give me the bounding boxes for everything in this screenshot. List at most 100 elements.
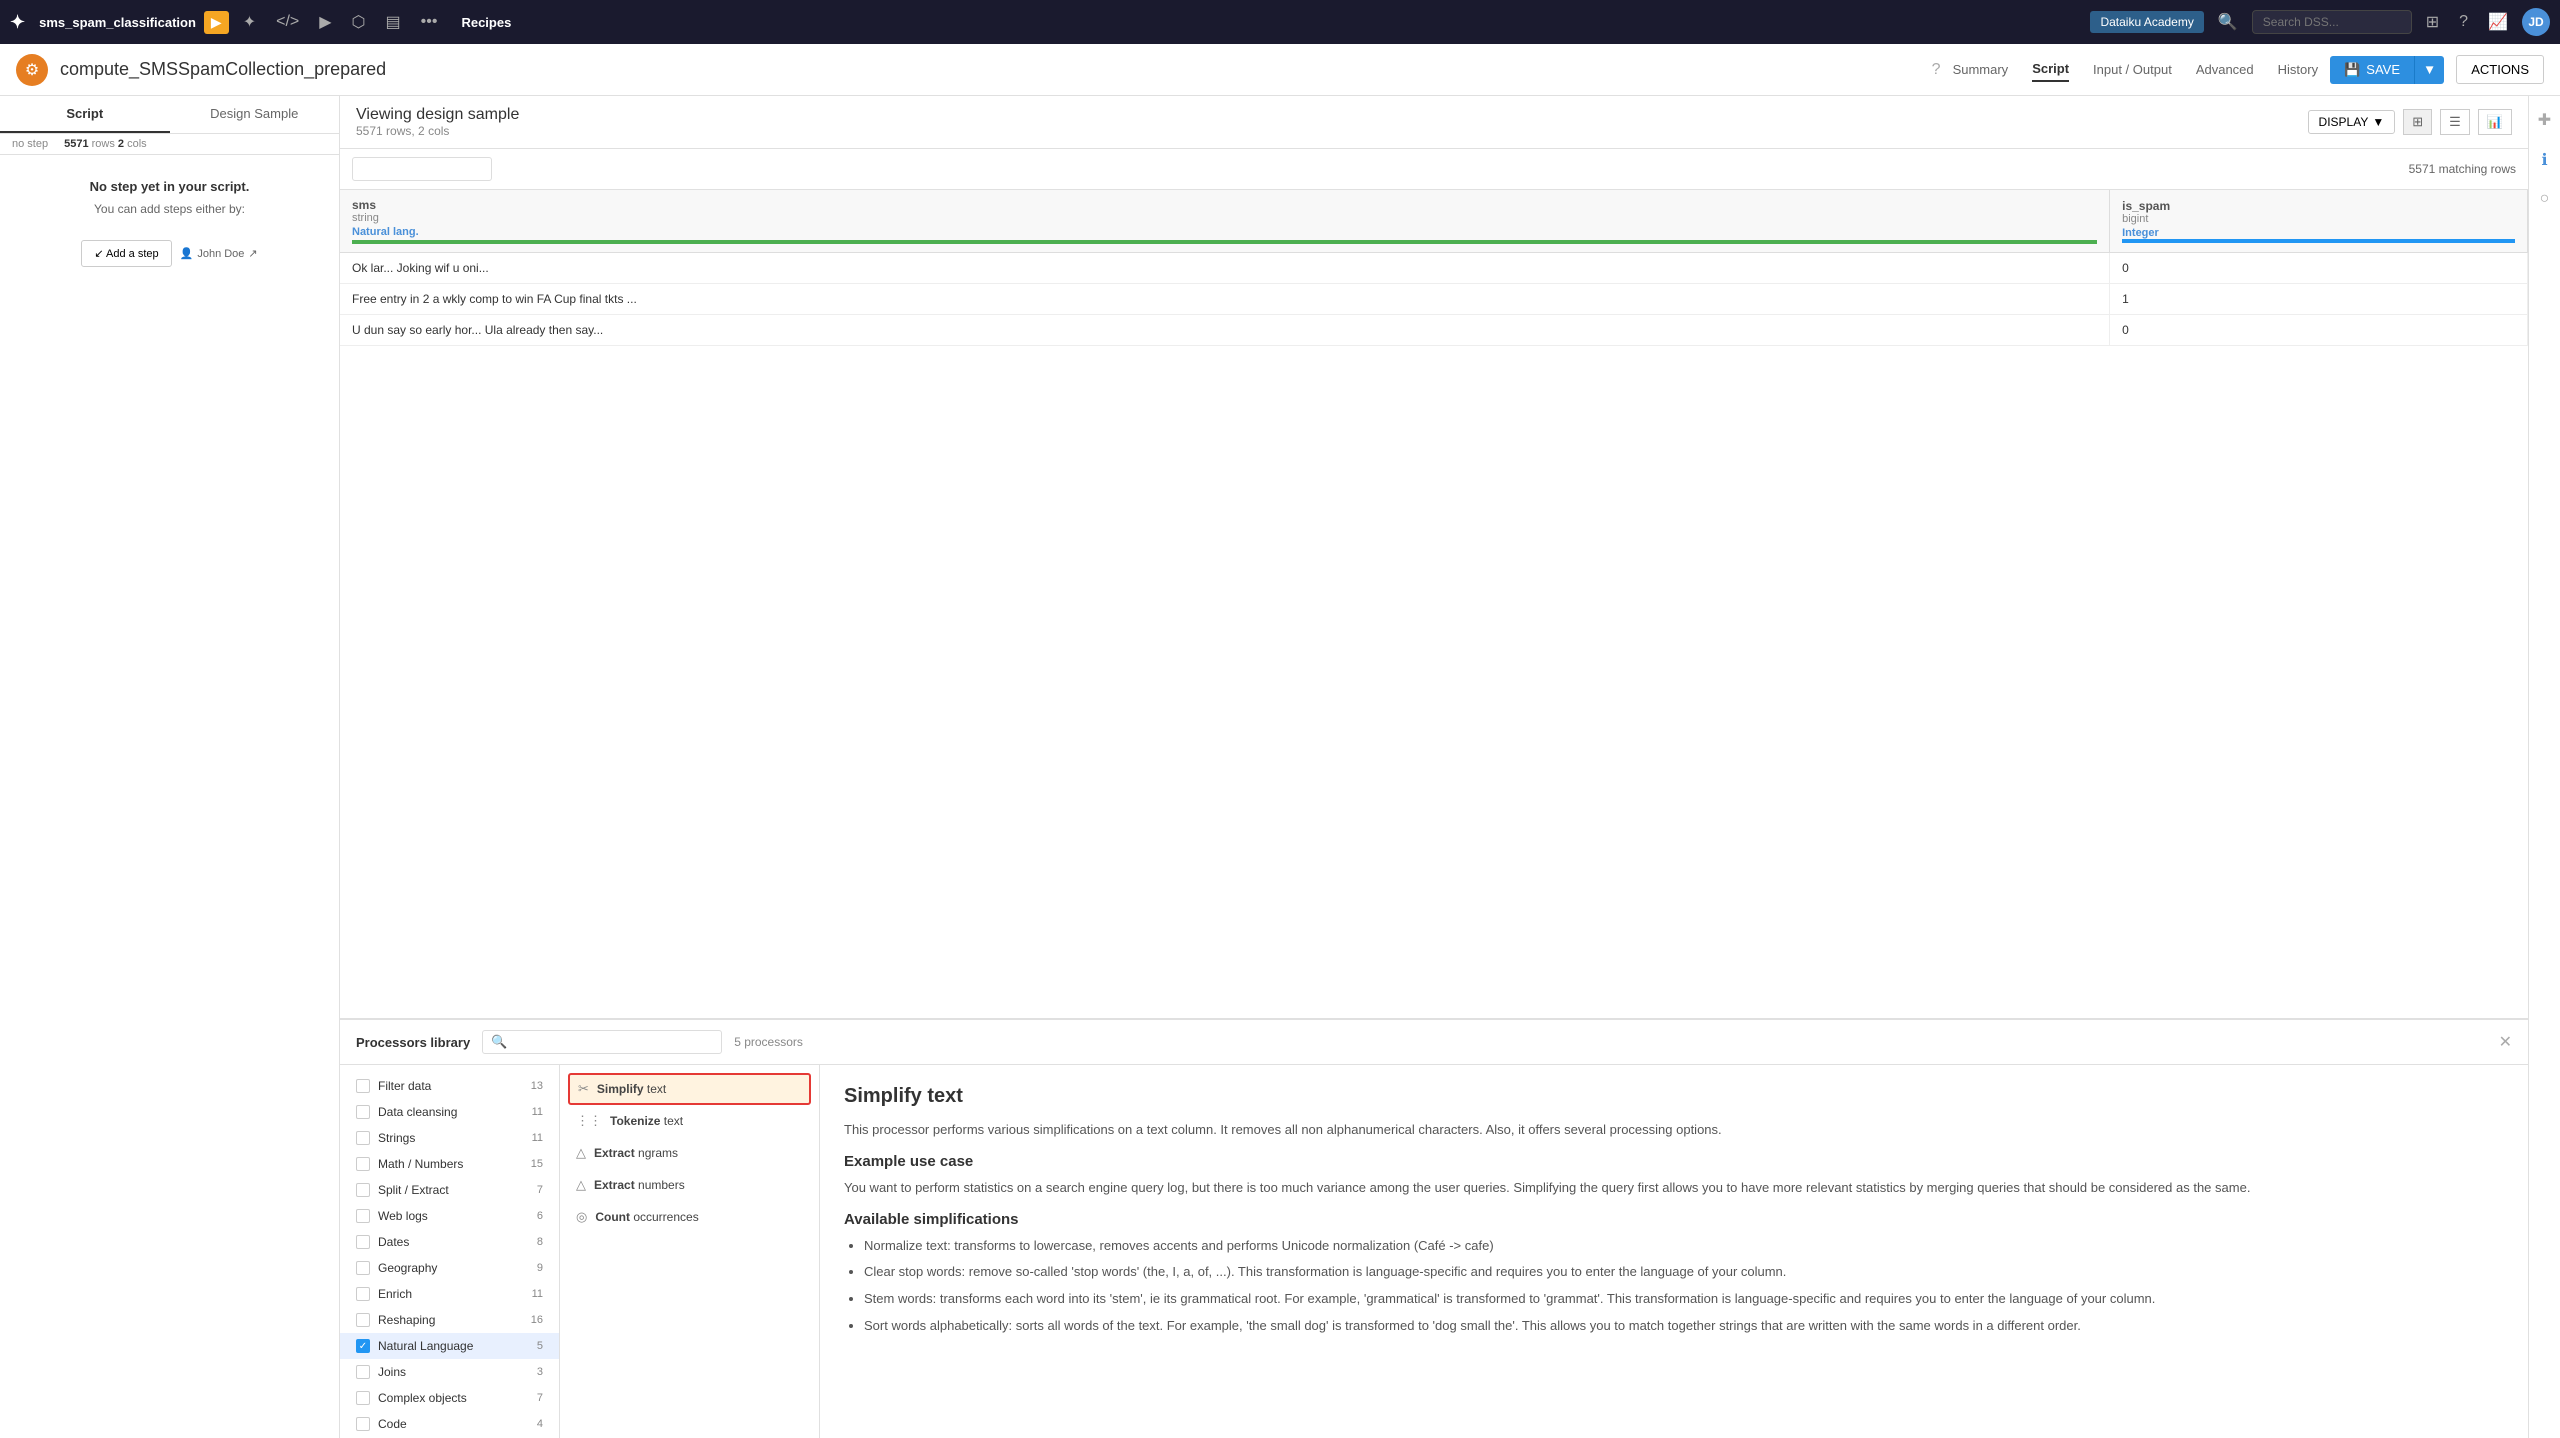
nav-more-icon[interactable]: •••: [415, 9, 444, 35]
viewing-title-area: Viewing design sample 5571 rows, 2 cols: [356, 106, 519, 138]
category-geography[interactable]: Geography 9: [340, 1255, 559, 1281]
checkbox-natural-language[interactable]: ✓: [356, 1339, 370, 1353]
user-avatar[interactable]: JD: [2522, 8, 2550, 36]
sidebar-circle-icon[interactable]: ○: [2534, 184, 2556, 214]
nav-code-icon[interactable]: </>: [270, 9, 305, 35]
category-web-logs-label: Web logs: [378, 1209, 529, 1223]
category-web-logs[interactable]: Web logs 6: [340, 1203, 559, 1229]
checkbox-math-numbers[interactable]: [356, 1157, 370, 1171]
viewing-title: Viewing design sample: [356, 106, 519, 124]
category-natural-language[interactable]: ✓ Natural Language 5: [340, 1333, 559, 1359]
checkbox-geography[interactable]: [356, 1261, 370, 1275]
checkbox-strings[interactable]: [356, 1131, 370, 1145]
tab-script-panel[interactable]: Script: [0, 96, 170, 133]
checkbox-web-logs[interactable]: [356, 1209, 370, 1223]
category-filter-data[interactable]: Filter data 13: [340, 1073, 559, 1099]
save-dropdown-button[interactable]: ▼: [2414, 56, 2444, 84]
header-bar: ⚙ compute_SMSSpamCollection_prepared ? S…: [0, 44, 2560, 96]
nav-design-icon[interactable]: ✦: [237, 8, 262, 36]
nav-tables-icon[interactable]: ▤: [380, 8, 407, 36]
viewing-meta: 5571 rows, 2 cols: [356, 124, 519, 138]
sidebar-info-icon[interactable]: ℹ: [2535, 144, 2553, 176]
detail-intro: This processor performs various simplifi…: [844, 1120, 2504, 1141]
checkbox-joins[interactable]: [356, 1365, 370, 1379]
display-dropdown-icon: ▼: [2372, 115, 2384, 129]
category-reshaping[interactable]: Reshaping 16: [340, 1307, 559, 1333]
checkbox-split-extract[interactable]: [356, 1183, 370, 1197]
processors-library: Processors library 🔍 5 processors ✕ Filt…: [340, 1018, 2528, 1438]
grid-view-icon[interactable]: ⊞: [2403, 109, 2432, 135]
sidebar-plus-icon[interactable]: ✚: [2532, 104, 2557, 136]
grid-icon[interactable]: ⊞: [2420, 8, 2445, 36]
app-logo[interactable]: ✦: [10, 12, 25, 33]
checkbox-code[interactable]: [356, 1417, 370, 1431]
count-occurrences-label: Count occurrences: [595, 1210, 698, 1224]
tab-input-output[interactable]: Input / Output: [2093, 58, 2172, 81]
list-view-icon[interactable]: ☰: [2440, 109, 2470, 135]
processor-count-occurrences[interactable]: ◎ Count occurrences: [560, 1201, 819, 1233]
col-type-link-sms[interactable]: Natural lang.: [352, 226, 419, 238]
simplify-text-label: Simplify text: [597, 1082, 666, 1096]
checkbox-enrich[interactable]: [356, 1287, 370, 1301]
checkbox-dates[interactable]: [356, 1235, 370, 1249]
category-strings[interactable]: Strings 11: [340, 1125, 559, 1151]
chart-view-icon[interactable]: 📊: [2478, 109, 2512, 135]
tab-history[interactable]: History: [2278, 58, 2318, 81]
data-search-input[interactable]: [352, 157, 492, 181]
category-strings-count: 11: [532, 1132, 543, 1144]
processors-search-input[interactable]: [511, 1035, 713, 1049]
category-code[interactable]: Code 4: [340, 1411, 559, 1437]
academy-button[interactable]: Dataiku Academy: [2090, 11, 2203, 33]
detail-simplifications-list: Normalize text: transforms to lowercase,…: [844, 1236, 2504, 1337]
main-content: Script Design Sample no step 5571 rows 2…: [0, 96, 2560, 1438]
col-type-link-is-spam[interactable]: Integer: [2122, 227, 2159, 239]
tab-script[interactable]: Script: [2032, 57, 2069, 82]
actions-button[interactable]: ACTIONS: [2456, 55, 2544, 84]
close-processors-icon[interactable]: ✕: [2499, 1032, 2512, 1052]
search-icon[interactable]: 🔍: [2212, 8, 2244, 36]
processor-extract-numbers[interactable]: △ Extract numbers: [560, 1169, 819, 1201]
project-name[interactable]: sms_spam_classification: [39, 15, 196, 30]
save-button[interactable]: 💾 SAVE: [2330, 56, 2414, 84]
category-complex-objects[interactable]: Complex objects 7: [340, 1385, 559, 1411]
help-icon[interactable]: ?: [2453, 9, 2474, 35]
add-step-button-left[interactable]: ↙ Add a step: [81, 240, 171, 267]
nav-deploy-icon[interactable]: ⬡: [346, 8, 372, 36]
simplify-text-icon: ✂: [578, 1081, 589, 1097]
category-data-cleansing[interactable]: Data cleansing 11: [340, 1099, 559, 1125]
nav-run-icon[interactable]: ▶: [313, 8, 337, 36]
recipe-title: compute_SMSSpamCollection_prepared: [60, 59, 1920, 80]
tab-summary[interactable]: Summary: [1953, 58, 2009, 81]
tab-design-sample[interactable]: Design Sample: [170, 96, 340, 133]
tab-advanced[interactable]: Advanced: [2196, 58, 2254, 81]
category-code-count: 4: [537, 1418, 543, 1430]
count-occurrences-icon: ◎: [576, 1209, 587, 1225]
category-complex-objects-count: 7: [537, 1392, 543, 1404]
processor-extract-ngrams[interactable]: △ Extract ngrams: [560, 1137, 819, 1169]
category-enrich[interactable]: Enrich 11: [340, 1281, 559, 1307]
category-joins[interactable]: Joins 3: [340, 1359, 559, 1385]
category-math-numbers[interactable]: Math / Numbers 15: [340, 1151, 559, 1177]
category-dates[interactable]: Dates 8: [340, 1229, 559, 1255]
category-web-logs-count: 6: [537, 1210, 543, 1222]
recipe-help-icon[interactable]: ?: [1932, 61, 1941, 79]
tokenize-text-label: Tokenize text: [610, 1114, 683, 1128]
search-input[interactable]: [2252, 10, 2412, 34]
checkbox-complex-objects[interactable]: [356, 1391, 370, 1405]
category-split-extract[interactable]: Split / Extract 7: [340, 1177, 559, 1203]
display-button[interactable]: DISPLAY ▼: [2308, 110, 2396, 134]
checkbox-filter-data[interactable]: [356, 1079, 370, 1093]
extract-ngrams-icon: △: [576, 1145, 586, 1161]
analytics-icon[interactable]: 📈: [2482, 8, 2514, 36]
checkbox-reshaping[interactable]: [356, 1313, 370, 1327]
processor-detail: Simplify text This processor performs va…: [820, 1065, 2528, 1438]
cell-is-spam-0: 0: [2110, 253, 2528, 284]
processor-tokenize-text[interactable]: ⋮⋮ Tokenize text: [560, 1105, 819, 1137]
recipes-label[interactable]: Recipes: [451, 15, 521, 30]
checkbox-data-cleansing[interactable]: [356, 1105, 370, 1119]
category-enrich-label: Enrich: [378, 1287, 524, 1301]
right-panel: Viewing design sample 5571 rows, 2 cols …: [340, 96, 2528, 1438]
flow-icon[interactable]: ▶: [204, 11, 229, 34]
category-dates-label: Dates: [378, 1235, 529, 1249]
processor-simplify-text[interactable]: ✂ Simplify text: [568, 1073, 811, 1105]
